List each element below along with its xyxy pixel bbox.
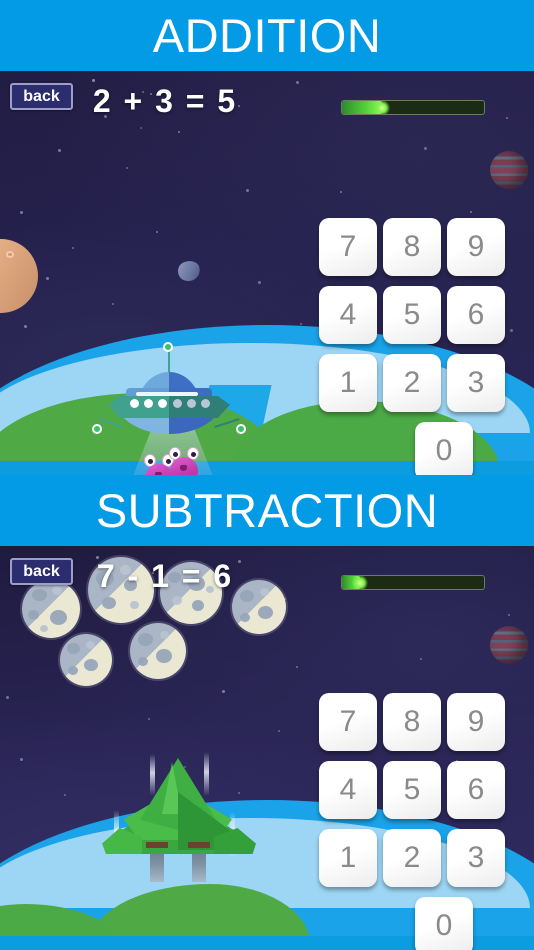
key-0[interactable]: 0 <box>415 422 473 475</box>
key-2[interactable]: 2 <box>383 354 441 412</box>
key-6[interactable]: 6 <box>447 286 505 344</box>
key-9[interactable]: 9 <box>447 693 505 751</box>
key-label: 7 <box>339 705 357 738</box>
keypad-row: 7 8 9 <box>316 218 508 286</box>
key-label: 0 <box>435 909 453 942</box>
addition-title: ADDITION <box>152 9 382 62</box>
key-label: 0 <box>435 434 453 467</box>
keypad-row: 1 2 3 <box>316 354 508 422</box>
key-2[interactable]: 2 <box>383 829 441 887</box>
key-label: 6 <box>467 773 485 806</box>
key-9[interactable]: 9 <box>447 218 505 276</box>
key-label: 8 <box>403 705 421 738</box>
tan-moon <box>0 239 38 313</box>
ufo <box>92 342 246 444</box>
subtraction-topbar: back 7 - 1 = 6 <box>0 546 534 664</box>
keypad-row: 4 5 6 <box>316 286 508 354</box>
key-label: 9 <box>467 705 485 738</box>
jupiter-planet-icon <box>490 151 528 189</box>
subtraction-title: SUBTRACTION <box>95 484 439 537</box>
key-label: 4 <box>339 298 357 331</box>
alien-in-beam <box>168 447 200 475</box>
addition-number-keypad: 7 8 9 4 5 6 1 2 3 0 <box>316 218 508 475</box>
equation-display: 7 - 1 = 6 <box>96 558 234 594</box>
key-label: 1 <box>339 841 357 874</box>
key-label: 8 <box>403 230 421 263</box>
subtraction-game-stage: back 7 - 1 = 6 7 8 9 4 5 6 1 2 3 0 <box>0 546 534 950</box>
key-4[interactable]: 4 <box>319 286 377 344</box>
addition-banner: ADDITION <box>0 0 534 71</box>
key-label: 6 <box>467 298 485 331</box>
key-label: 7 <box>339 230 357 263</box>
key-8[interactable]: 8 <box>383 693 441 751</box>
keypad-row: 7 8 9 <box>316 693 508 761</box>
key-6[interactable]: 6 <box>447 761 505 819</box>
key-1[interactable]: 1 <box>319 354 377 412</box>
key-5[interactable]: 5 <box>383 761 441 819</box>
jupiter-planet-icon <box>490 626 528 664</box>
key-label: 3 <box>467 841 485 874</box>
key-5[interactable]: 5 <box>383 286 441 344</box>
addition-topbar: back 2 + 3 = 5 <box>0 71 534 189</box>
key-7[interactable]: 7 <box>319 693 377 751</box>
key-0[interactable]: 0 <box>415 897 473 950</box>
key-label: 5 <box>403 773 421 806</box>
key-label: 2 <box>403 841 421 874</box>
key-7[interactable]: 7 <box>319 218 377 276</box>
key-label: 3 <box>467 366 485 399</box>
keypad-row: 4 5 6 <box>316 761 508 829</box>
key-label: 4 <box>339 773 357 806</box>
asteroid <box>175 257 203 285</box>
progress-bar-glow <box>373 101 390 114</box>
green-rocket <box>98 752 258 888</box>
key-4[interactable]: 4 <box>319 761 377 819</box>
keypad-row: 0 <box>316 422 508 475</box>
moon <box>130 623 186 679</box>
key-label: 2 <box>403 366 421 399</box>
moon <box>60 634 112 686</box>
addition-game-stage: back 2 + 3 = 5 7 8 9 4 5 6 1 2 3 0 <box>0 71 534 475</box>
progress-bar <box>341 100 485 115</box>
key-label: 9 <box>467 230 485 263</box>
key-3[interactable]: 3 <box>447 829 505 887</box>
key-3[interactable]: 3 <box>447 354 505 412</box>
equation-display: 2 + 3 = 5 <box>92 83 238 119</box>
progress-bar-glow <box>352 576 369 589</box>
subtraction-banner: SUBTRACTION <box>0 475 534 546</box>
key-1[interactable]: 1 <box>319 829 377 887</box>
key-label: 5 <box>403 298 421 331</box>
key-label: 1 <box>339 366 357 399</box>
key-8[interactable]: 8 <box>383 218 441 276</box>
subtraction-screen: SUBTRACTION back 7 - 1 = 6 7 8 9 4 5 6 1… <box>0 475 534 950</box>
subtraction-number-keypad: 7 8 9 4 5 6 1 2 3 0 <box>316 693 508 950</box>
addition-screen: ADDITION back 2 + 3 = 5 7 8 9 4 5 6 1 2 … <box>0 0 534 475</box>
progress-bar <box>341 575 485 590</box>
keypad-row: 1 2 3 <box>316 829 508 897</box>
keypad-row: 0 <box>316 897 508 950</box>
